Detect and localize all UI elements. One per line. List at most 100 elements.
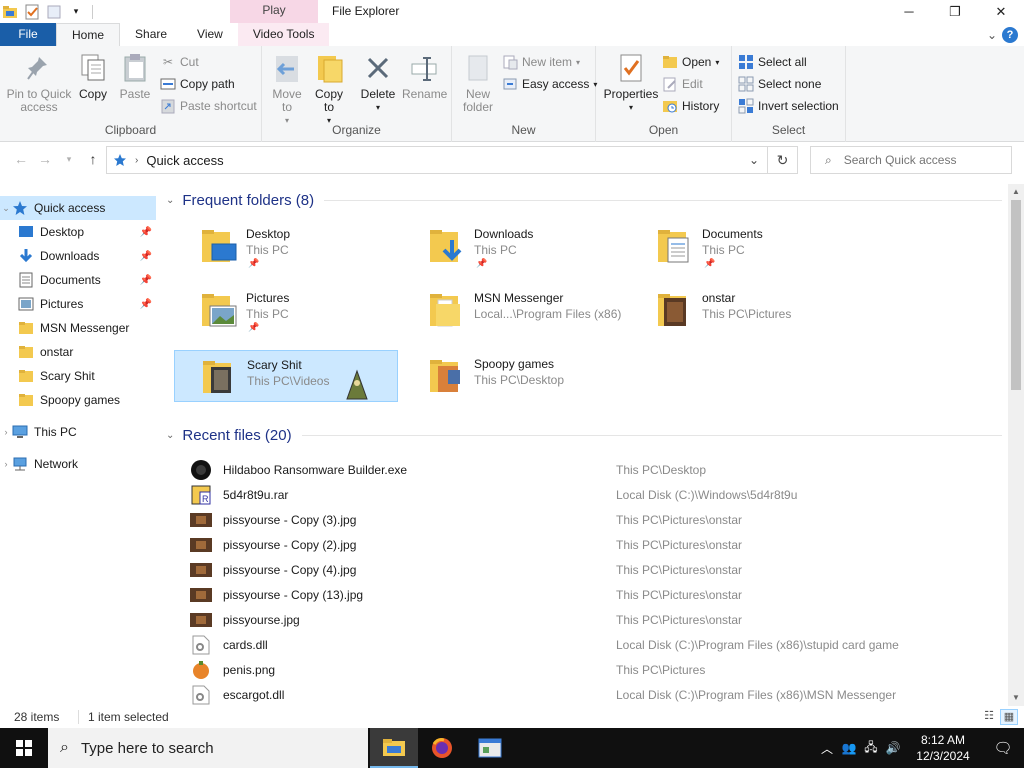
- copy-button[interactable]: Copy: [76, 52, 110, 101]
- file-row-jpg-copy-4[interactable]: pissyourse - Copy (4).jpg This PC\Pictur…: [190, 557, 1000, 582]
- collapse-chevron-icon[interactable]: ⌄: [0, 203, 12, 214]
- taskbar-search[interactable]: ⌕ Type here to search: [48, 728, 368, 768]
- open-button[interactable]: Open ▾: [662, 52, 719, 72]
- collapse-chevron-icon[interactable]: ⌄: [166, 430, 174, 441]
- refresh-icon[interactable]: ↻: [768, 146, 798, 174]
- nav-item-this-pc[interactable]: › This PC: [0, 420, 156, 444]
- file-row-jpg[interactable]: pissyourse.jpg This PC\Pictures\onstar: [190, 607, 1000, 632]
- nav-item-desktop[interactable]: Desktop 📌: [0, 220, 156, 244]
- up-arrow-icon[interactable]: ↑: [84, 150, 102, 168]
- volume-icon[interactable]: 🔊: [882, 741, 904, 755]
- recent-files-header[interactable]: ⌄ Recent files (20): [166, 424, 1002, 446]
- folder-tile-scary-shit[interactable]: Scary Shit This PC\Videos: [174, 350, 398, 402]
- search-box[interactable]: ⌕: [810, 146, 1012, 174]
- forward-arrow-icon[interactable]: →: [36, 150, 54, 168]
- network-tray-icon[interactable]: 🖧: [860, 738, 882, 759]
- start-button[interactable]: [0, 728, 48, 768]
- tab-view[interactable]: View: [182, 23, 238, 46]
- taskbar-file-explorer[interactable]: [370, 728, 418, 768]
- file-row-rar[interactable]: R 5d4r8t9u.rar Local Disk (C:)\Windows\5…: [190, 482, 1000, 507]
- minimize-button[interactable]: ─: [886, 0, 932, 23]
- scroll-up-arrow-icon[interactable]: ▲: [1008, 184, 1024, 200]
- folder-tile-onstar[interactable]: onstar This PC\Pictures: [630, 284, 854, 336]
- vertical-scrollbar[interactable]: ▲ ▼: [1008, 184, 1024, 706]
- folder-tile-documents[interactable]: Documents This PC 📌: [630, 220, 854, 272]
- copy-path-button[interactable]: Copy path: [160, 74, 235, 94]
- recent-locations-icon[interactable]: ▾: [60, 150, 78, 168]
- nav-item-documents[interactable]: Documents 📌: [0, 268, 156, 292]
- nav-item-spoopy-games[interactable]: Spoopy games: [0, 388, 156, 412]
- history-button[interactable]: History: [662, 96, 719, 116]
- tab-video-tools[interactable]: Video Tools: [237, 23, 330, 46]
- large-icons-view-icon[interactable]: ▦: [1000, 709, 1018, 725]
- search-input[interactable]: [843, 153, 1011, 167]
- address-bar[interactable]: › Quick access: [106, 146, 768, 174]
- easy-access-button[interactable]: Easy access ▾: [502, 74, 597, 94]
- frequent-folders-header[interactable]: ⌄ Frequent folders (8): [166, 189, 1002, 211]
- folder-tile-pictures[interactable]: Pictures This PC 📌: [174, 284, 398, 336]
- explorer-app-icon[interactable]: [2, 4, 18, 20]
- taskbar-app[interactable]: [466, 728, 514, 768]
- collapse-chevron-icon[interactable]: ⌄: [166, 195, 174, 206]
- properties-button[interactable]: Properties ▾: [602, 52, 660, 114]
- scrollbar-thumb[interactable]: [1011, 200, 1021, 390]
- qat-dropdown-icon[interactable]: ▾: [68, 4, 84, 20]
- address-dropdown-icon[interactable]: ⌄: [742, 146, 766, 174]
- select-all-button[interactable]: Select all: [738, 52, 807, 72]
- folder-tile-spoopy-games[interactable]: Spoopy games This PC\Desktop: [402, 350, 626, 402]
- edit-button[interactable]: Edit: [662, 74, 703, 94]
- file-row-jpg-copy-2[interactable]: pissyourse - Copy (2).jpg This PC\Pictur…: [190, 532, 1000, 557]
- jpg-thumbnail-icon: [190, 534, 212, 556]
- file-row-ransomware-builder[interactable]: Hildaboo Ransomware Builder.exe This PC\…: [190, 457, 1000, 482]
- msn-tray-icon[interactable]: 👥: [838, 741, 860, 755]
- expand-chevron-icon[interactable]: ›: [0, 459, 12, 469]
- properties-qat-icon[interactable]: [24, 4, 40, 20]
- nav-item-onstar[interactable]: onstar: [0, 340, 156, 364]
- notifications-icon[interactable]: 🗨: [982, 739, 1024, 757]
- scroll-down-arrow-icon[interactable]: ▼: [1008, 690, 1024, 706]
- paste-button[interactable]: Paste: [116, 52, 154, 101]
- clock[interactable]: 8:12 AM 12/3/2024: [904, 732, 982, 764]
- maximize-button[interactable]: ❐: [932, 0, 978, 23]
- cut-button[interactable]: ✂ Cut: [160, 52, 199, 72]
- nav-item-quick-access[interactable]: ⌄ Quick access: [0, 196, 156, 220]
- nav-item-msn-messenger[interactable]: MSN Messenger: [0, 316, 156, 340]
- taskbar-firefox[interactable]: [418, 728, 466, 768]
- nav-item-network[interactable]: › Network: [0, 452, 156, 476]
- tray-chevron-up-icon[interactable]: ︿: [816, 740, 838, 757]
- move-to-button[interactable]: Move to ▾: [268, 52, 306, 127]
- breadcrumb-chevron-icon[interactable]: ›: [135, 155, 138, 166]
- paste-shortcut-button[interactable]: Paste shortcut: [160, 96, 257, 116]
- folder-tile-msn-messenger[interactable]: MSN Messenger Local...\Program Files (x8…: [402, 284, 626, 336]
- select-none-button[interactable]: Select none: [738, 74, 821, 94]
- new-folder-button[interactable]: New folder: [458, 52, 498, 114]
- tab-share[interactable]: Share: [120, 23, 182, 46]
- copy-to-button[interactable]: Copy to ▾: [310, 52, 348, 127]
- delete-button[interactable]: Delete ▾: [358, 52, 398, 114]
- file-row-jpg-copy-13[interactable]: pissyourse - Copy (13).jpg This PC\Pictu…: [190, 582, 1000, 607]
- nav-item-scary-shit[interactable]: Scary Shit: [0, 364, 156, 388]
- tab-home[interactable]: Home: [56, 23, 121, 46]
- nav-item-downloads[interactable]: Downloads 📌: [0, 244, 156, 268]
- rename-button[interactable]: Rename: [402, 52, 447, 101]
- ribbon-collapse-icon[interactable]: ⌄: [982, 28, 1002, 42]
- expand-chevron-icon[interactable]: ›: [0, 427, 12, 437]
- breadcrumb[interactable]: Quick access: [146, 153, 223, 168]
- close-button[interactable]: ✕: [978, 0, 1024, 23]
- file-row-jpg-copy-3[interactable]: pissyourse - Copy (3).jpg This PC\Pictur…: [190, 507, 1000, 532]
- details-view-icon[interactable]: ☷: [980, 709, 998, 725]
- nav-item-pictures[interactable]: Pictures 📌: [0, 292, 156, 316]
- folder-tile-downloads[interactable]: Downloads This PC 📌: [402, 220, 626, 272]
- pin-quick-access-button[interactable]: Pin to Quick access: [4, 52, 74, 114]
- invert-selection-button[interactable]: Invert selection: [738, 96, 839, 116]
- file-row-cards-dll[interactable]: cards.dll Local Disk (C:)\Program Files …: [190, 632, 1000, 657]
- folder-tile-desktop[interactable]: Desktop This PC 📌: [174, 220, 398, 272]
- help-icon[interactable]: ?: [1002, 26, 1018, 43]
- select-group-label: Select: [771, 123, 806, 137]
- back-arrow-icon[interactable]: ←: [12, 150, 30, 168]
- new-item-button[interactable]: New item ▾: [502, 52, 580, 72]
- new-folder-qat-icon[interactable]: [46, 4, 62, 20]
- file-row-png[interactable]: penis.png This PC\Pictures: [190, 657, 1000, 682]
- file-row-escargot-dll[interactable]: escargot.dll Local Disk (C:)\Program Fil…: [190, 682, 1000, 707]
- tab-file[interactable]: File: [0, 23, 56, 46]
